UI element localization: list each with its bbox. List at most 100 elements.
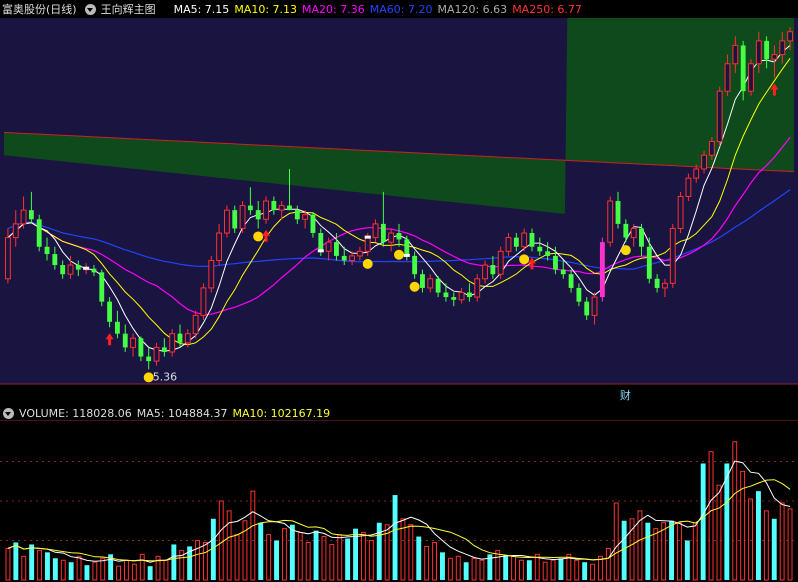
candle-body [247, 205, 253, 211]
candle-body [60, 265, 66, 275]
candle-body [662, 282, 668, 289]
candle-body [435, 278, 441, 293]
candle-body [232, 210, 238, 229]
candle-body [28, 210, 34, 220]
candle-body [560, 269, 566, 275]
low-price-label: 5.36 [153, 370, 178, 383]
candle-body [75, 265, 81, 270]
volume-bar [258, 522, 264, 580]
candle-body [36, 219, 42, 247]
volume-bar [582, 562, 588, 580]
candle-body [521, 232, 528, 248]
candle-body [568, 274, 574, 288]
candle-body [513, 237, 519, 247]
candle-body [771, 54, 778, 60]
price-chart[interactable]: 5.36 财 [0, 18, 798, 402]
candle [599, 237, 605, 302]
candle-body [216, 232, 223, 261]
chevron-down-icon[interactable] [84, 3, 96, 15]
volume-bar [716, 484, 722, 581]
candle-body [122, 333, 128, 348]
candle [208, 255, 215, 293]
candle-body [302, 214, 309, 220]
candle-body [52, 254, 58, 266]
candle [669, 223, 676, 288]
volume-bar [52, 558, 58, 580]
volume-bar [84, 565, 90, 580]
volume-bar [503, 556, 509, 580]
candle-body [458, 292, 465, 301]
signal-mark [364, 235, 371, 239]
volume-bar [305, 541, 311, 581]
volume-bar [60, 559, 66, 581]
volume-bar [171, 544, 177, 580]
volume-bar [550, 559, 556, 581]
candle [36, 214, 42, 252]
volume-bar [574, 559, 580, 581]
volume-bar [282, 528, 287, 581]
stock-name[interactable]: 富奥股份(日线) [2, 1, 77, 17]
volume-bar [621, 520, 627, 580]
volume-bar [68, 562, 74, 580]
signal-mark [83, 266, 90, 270]
candle-body [701, 154, 707, 170]
volume-bar [471, 557, 477, 581]
candle [474, 274, 481, 302]
volume-bar [337, 534, 343, 581]
candle-body [623, 223, 629, 238]
candle-body [740, 45, 746, 92]
volume-bar [139, 553, 145, 581]
indicator-name[interactable]: 王向辉主图 [101, 1, 156, 17]
volume-bar [116, 565, 121, 581]
candle [99, 269, 105, 307]
volume-bar [37, 549, 42, 581]
candle-body [208, 259, 215, 289]
volume-chart[interactable] [0, 420, 798, 582]
candle-body [138, 338, 144, 357]
candle-body [537, 246, 543, 252]
volume-bar [100, 557, 106, 581]
candle-body [364, 237, 371, 252]
volume-bar [447, 557, 453, 581]
candle-body [474, 278, 481, 298]
volume-bar [195, 540, 200, 581]
candle [239, 201, 246, 234]
candle-body [153, 346, 160, 362]
volume-bar [519, 559, 524, 581]
candle-body [591, 296, 598, 316]
candle-body [12, 223, 19, 239]
candle-body [545, 251, 551, 256]
volume-bar [661, 522, 667, 581]
candle [607, 196, 614, 247]
candle-body [169, 333, 176, 353]
volume-bar [345, 538, 351, 580]
candle-body [490, 265, 496, 275]
volume-bar [163, 559, 169, 581]
candle-body [287, 205, 292, 211]
candle-body [716, 90, 723, 143]
ma60-label: MA60: 7.20 [369, 2, 433, 16]
volume-bar [771, 518, 777, 580]
candle-body [294, 210, 300, 220]
candle [169, 329, 176, 357]
volume-bar [329, 543, 335, 581]
volume-bar [479, 559, 485, 581]
candle-body [639, 228, 644, 247]
candle-body [334, 242, 339, 256]
candle-body [732, 44, 739, 65]
ma120-label: MA120: 6.63 [437, 2, 508, 16]
volume-bar [124, 559, 129, 581]
chevron-down-icon[interactable] [3, 407, 14, 419]
candle [263, 196, 269, 224]
volume-bar [440, 552, 445, 580]
volume-bar [313, 530, 319, 580]
volume-bar [289, 524, 295, 580]
candle-body [388, 232, 395, 243]
volume-bar [645, 522, 651, 580]
volume-bar [92, 561, 98, 581]
candle-body [630, 227, 637, 239]
volume-bar [408, 524, 414, 581]
candle-body [764, 40, 770, 60]
candle-body [356, 250, 363, 257]
candle-body [412, 255, 418, 275]
